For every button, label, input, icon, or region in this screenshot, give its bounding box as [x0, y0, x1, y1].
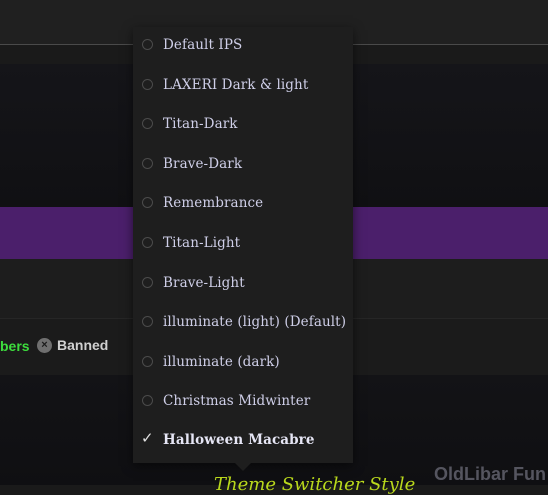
theme-option[interactable]: illuminate (light) (Default) — [133, 304, 353, 342]
radio-icon — [142, 197, 153, 208]
radio-icon — [142, 118, 153, 129]
x-circle-icon: × — [37, 337, 52, 353]
banned-stat[interactable]: × Banned — [37, 336, 108, 354]
theme-option-label: Halloween Macabre — [163, 432, 315, 448]
theme-option-selected[interactable]: ✓ Halloween Macabre — [133, 422, 353, 460]
radio-icon — [142, 316, 153, 327]
theme-option[interactable]: Remembrance — [133, 185, 353, 223]
theme-option[interactable]: Brave-Light — [133, 265, 353, 303]
menu-pointer — [235, 463, 251, 471]
theme-option[interactable]: Titan-Dark — [133, 106, 353, 144]
theme-option-label: Brave-Dark — [163, 156, 243, 172]
theme-option-label: Titan-Dark — [163, 116, 238, 132]
banned-stat-label: Banned — [57, 337, 109, 353]
radio-icon — [142, 237, 153, 248]
theme-option-label: Christmas Midwinter — [163, 393, 311, 409]
radio-icon — [142, 395, 153, 406]
radio-icon — [142, 277, 153, 288]
theme-option-label: illuminate (dark) — [163, 354, 280, 370]
theme-option[interactable]: illuminate (dark) — [133, 344, 353, 382]
theme-option[interactable]: LAXERI Dark & light — [133, 67, 353, 105]
theme-switcher-menu: Default IPS LAXERI Dark & light Titan-Da… — [133, 27, 353, 463]
radio-icon — [142, 356, 153, 367]
checkmark-icon: ✓ — [141, 430, 154, 447]
members-stat-label[interactable]: bers — [0, 338, 30, 354]
theme-option[interactable]: Default IPS — [133, 27, 353, 65]
theme-option[interactable]: Brave-Dark — [133, 146, 353, 184]
theme-option[interactable]: Titan-Light — [133, 225, 353, 263]
radio-icon — [142, 79, 153, 90]
theme-option[interactable]: Christmas Midwinter — [133, 383, 353, 421]
theme-option-label: LAXERI Dark & light — [163, 77, 309, 93]
theme-option-label: Remembrance — [163, 195, 264, 211]
theme-option-label: Titan-Light — [163, 235, 241, 251]
footer-brand: OldLibar Fun — [434, 464, 546, 484]
theme-option-label: Default IPS — [163, 37, 243, 53]
radio-icon — [142, 158, 153, 169]
theme-option-label: illuminate (light) (Default) — [163, 314, 347, 330]
theme-option-label: Brave-Light — [163, 275, 245, 291]
radio-icon — [142, 39, 153, 50]
